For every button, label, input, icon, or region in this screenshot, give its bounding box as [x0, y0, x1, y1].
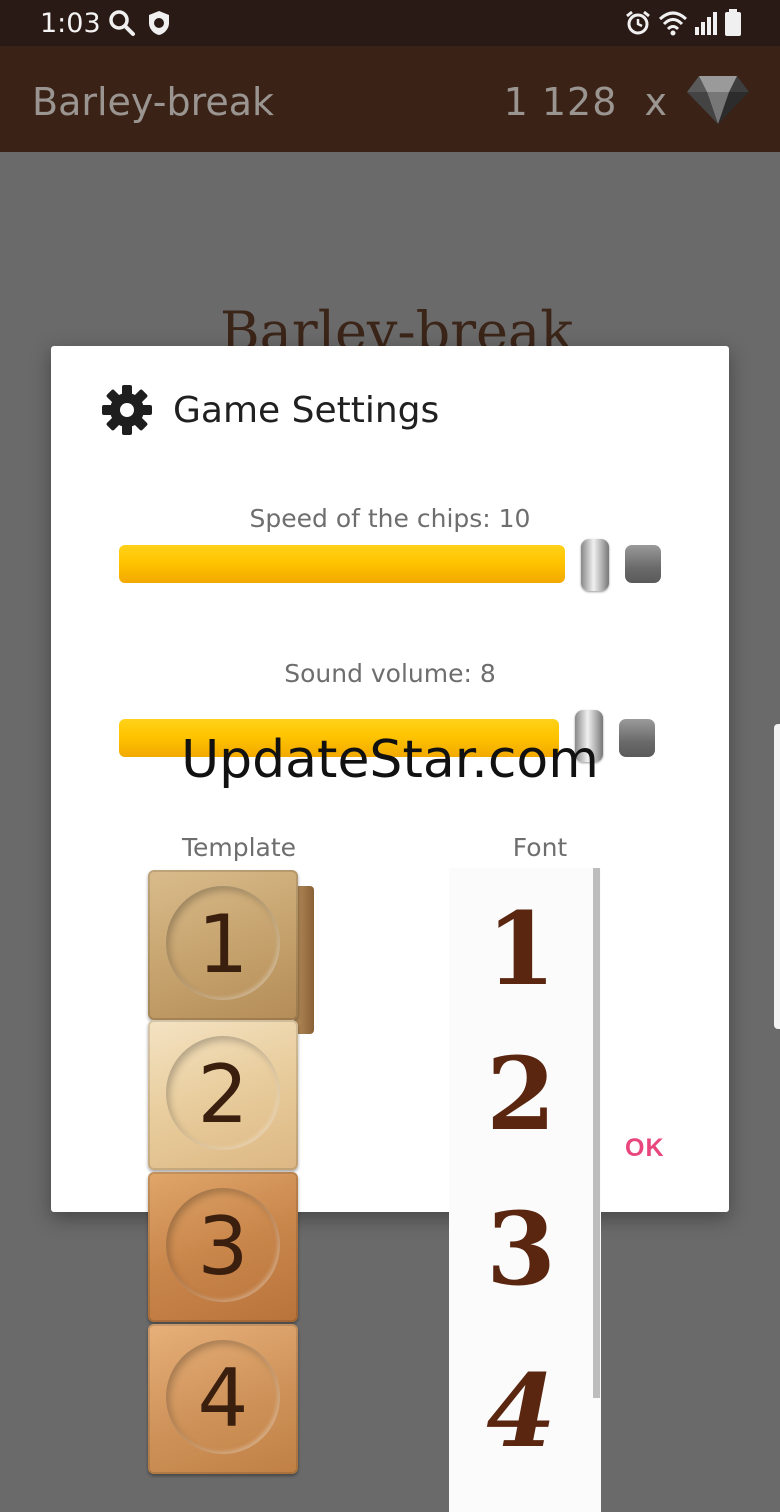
- speed-slider[interactable]: [119, 539, 661, 594]
- battery-icon: [724, 9, 742, 42]
- volume-label: Sound volume: 8: [284, 659, 496, 688]
- gear-icon: [101, 384, 153, 441]
- status-time: 1:03: [40, 8, 101, 39]
- status-bar: 1:03: [0, 0, 780, 46]
- template-number: 1: [197, 898, 249, 991]
- wifi-icon: [658, 9, 688, 42]
- watermark: UpdateStar.com: [181, 730, 599, 790]
- speed-slider-fill: [119, 545, 565, 583]
- template-number: 4: [197, 1352, 249, 1445]
- font-option-3[interactable]: 3: [449, 1190, 593, 1308]
- multiplier-sign: x: [644, 80, 668, 124]
- template-label: Template: [181, 833, 297, 862]
- search-icon: [108, 9, 136, 42]
- ok-button[interactable]: OK: [625, 1134, 665, 1163]
- template-number: 3: [197, 1200, 249, 1293]
- font-option-2[interactable]: 2: [449, 1035, 593, 1153]
- font-option-4[interactable]: 4: [449, 1352, 593, 1470]
- speed-label: Speed of the chips: 10: [249, 504, 531, 533]
- app-title: Barley-break: [32, 80, 275, 124]
- shield-icon: [146, 9, 172, 42]
- font-label: Font: [512, 833, 568, 862]
- coin-count: 1 128 x: [504, 80, 668, 124]
- template-option-3[interactable]: 3: [148, 1172, 298, 1322]
- template-option-1[interactable]: 1: [148, 870, 298, 1020]
- template-number: 2: [197, 1048, 249, 1141]
- font-list-scrollbar[interactable]: [593, 868, 600, 1398]
- template-option-2[interactable]: 2: [148, 1020, 298, 1170]
- template-option-4[interactable]: 4: [148, 1324, 298, 1474]
- diamond-icon: [685, 74, 751, 131]
- alarm-icon: [624, 9, 652, 42]
- speed-slider-thumb[interactable]: [581, 539, 609, 591]
- font-option-1[interactable]: 1: [449, 890, 593, 1008]
- coin-count-value: 1 128: [503, 80, 618, 124]
- app-bar: Barley-break 1 128 x: [0, 46, 780, 152]
- speed-slider-end-cap: [625, 545, 661, 583]
- dialog-title: Game Settings: [173, 390, 440, 431]
- signal-icon: [694, 9, 718, 42]
